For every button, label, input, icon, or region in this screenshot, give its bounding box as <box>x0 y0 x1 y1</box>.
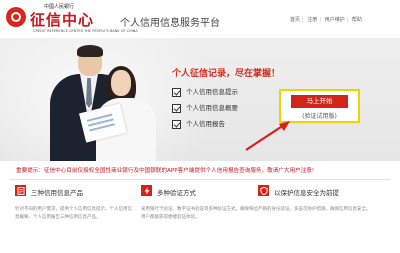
hero-banner: 个人征信记录，尽在掌握！ 个人信用信息提示 个人信用信息概要 个人信用报告 马上… <box>0 38 400 161</box>
nav-link-help[interactable]: 帮助 <box>352 17 362 23</box>
list-item: 个人信用信息提示 <box>172 87 238 103</box>
feature-title: 以保护信息安全为前提 <box>274 189 339 197</box>
nav-link-account[interactable]: 用户维护 <box>325 17 345 23</box>
bolt-icon <box>141 185 152 196</box>
hero-slogan: 个人征信记录，尽在掌握！ <box>172 69 281 79</box>
document-icon <box>15 185 26 196</box>
divider <box>10 179 390 180</box>
notice-bar: 重要提示：征信中心目前仅授权全国性商业银行及中国银联的APP客户端提供个人信用报… <box>0 163 400 179</box>
list-item: 个人信用信息概要 <box>172 103 238 119</box>
checkbox-icon <box>172 104 181 113</box>
header-nav: 首页 | 注册 | 用户维护 | 帮助 <box>290 17 362 23</box>
page: 中國人民銀行 征信中心 CREDIT REFERENCE CENTER THE … <box>0 0 400 253</box>
feature-card-products: 三种信用信息产品 针对不同的用户需求，提供个人信用信息提示、个人信用信息概要、个… <box>15 183 137 253</box>
list-item-label: 个人信用报告 <box>186 120 225 128</box>
feature-title: 三种信用信息产品 <box>31 189 83 197</box>
logo-english-text: CREDIT REFERENCE CENTER THE PEOPLE'S BAN… <box>33 29 138 33</box>
start-button-caption: (验证试用版) <box>302 113 337 120</box>
start-button[interactable]: 马上开始 <box>291 95 348 108</box>
feature-card-security: 以保护信息安全为前提 严格的身份验证，多层次防护措施，确保信用信息安全。 <box>258 183 380 253</box>
checkbox-icon <box>172 88 181 97</box>
nav-link-home[interactable]: 首页 <box>290 17 300 23</box>
notice-text: 重要提示：征信中心目前仅授权全国性商业银行及中国银联的APP客户端提供个人信用报… <box>16 168 315 174</box>
logo[interactable]: 征信中心 <box>30 9 94 30</box>
feature-title: 多种验证方式 <box>157 189 196 197</box>
list-item: 个人信用报告 <box>172 119 238 135</box>
start-panel-highlight: 马上开始 (验证试用版) <box>279 89 360 123</box>
list-item-label: 个人信用信息概要 <box>186 104 238 112</box>
feature-description: 采用银行卡验证、数字证书验证等多种验证方式，确保每位用户都能获得便捷验证体验。 <box>141 207 258 220</box>
feature-description: 针对不同的用户需求，提供个人信用信息提示、个人信用信息概要、个人信用报告三种信用… <box>15 207 132 220</box>
shield-icon <box>258 185 269 196</box>
page-title: 个人信用信息服务平台 <box>120 18 220 29</box>
feature-card-verification: 多种验证方式 采用银行卡验证、数字证书验证等多种验证方式，确保每位用户都能获得便… <box>141 183 263 253</box>
pboc-emblem-icon <box>6 7 26 27</box>
hero-feature-list: 个人信用信息提示 个人信用信息概要 个人信用报告 <box>172 87 238 135</box>
list-item-label: 个人信用信息提示 <box>186 88 238 96</box>
nav-link-register[interactable]: 注册 <box>307 17 317 23</box>
checkbox-icon <box>172 120 181 129</box>
header: 中國人民銀行 征信中心 CREDIT REFERENCE CENTER THE … <box>0 0 400 38</box>
feature-description: 严格的身份验证，多层次防护措施，确保信用信息安全。 <box>258 207 371 212</box>
